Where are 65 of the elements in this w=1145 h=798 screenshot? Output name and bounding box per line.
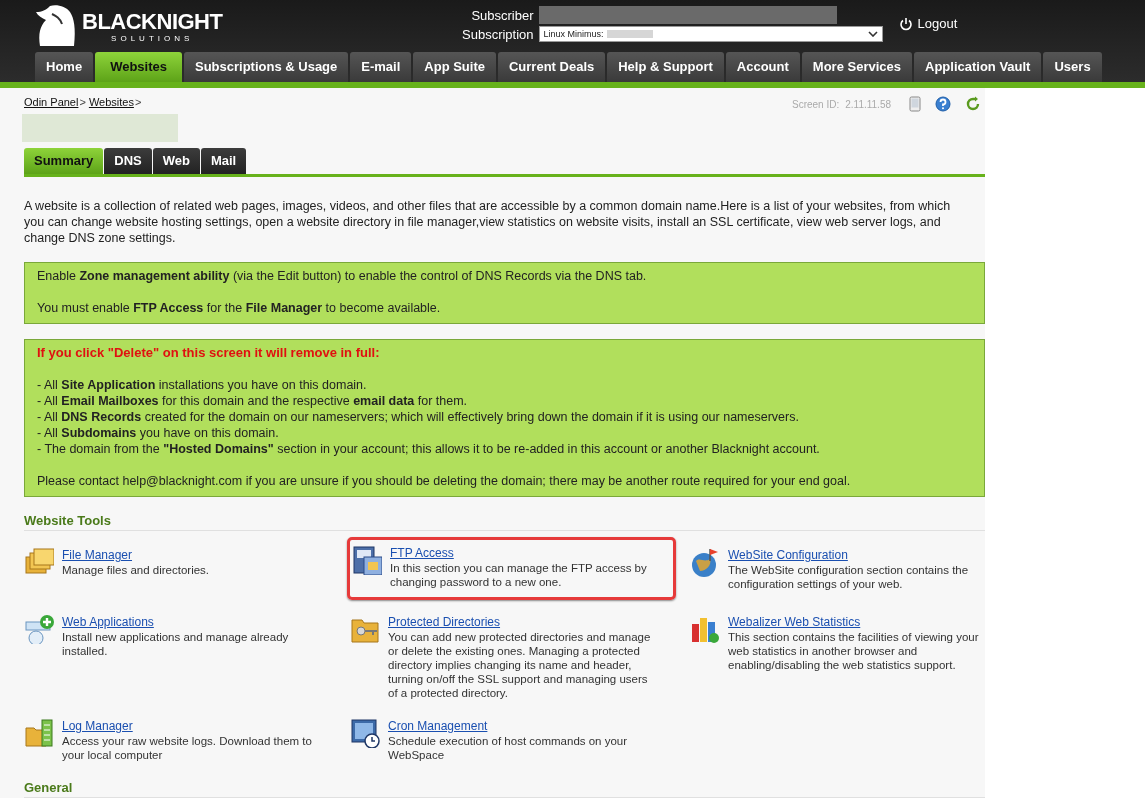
notice-text: - All Email Mailboxes for this domain and the respective email data for them. [37, 393, 469, 409]
section-title: General [24, 779, 73, 797]
tab[interactable]: Summary [24, 148, 104, 174]
tab[interactable]: Web [152, 148, 200, 174]
warning-heading: If you click "Delete" on this screen it will remove in full: [37, 345, 381, 361]
notice-text: Enable Zone management ability (via the Edit button) to enable the control of DNS Records via the DNS tab. [37, 268, 648, 284]
power-icon[interactable] [898, 16, 913, 31]
nav-tab[interactable]: Help & Support [607, 52, 724, 82]
notice-text: Please contact help@blacknight.com if you are unsure if you should be deleting the domain; there may be another route required for your end goal. [37, 473, 852, 489]
tool-description: Access your raw website logs. Download them to your local computer [62, 734, 313, 762]
nav-tab[interactable]: Application Vault [914, 52, 1042, 82]
chevron-down-icon[interactable] [867, 31, 878, 37]
breadcrumb-link[interactable]: Odin Panel [24, 96, 79, 108]
notice-text: - All Subdomains you have on this domain. [37, 425, 280, 441]
tool-description: The WebSite configuration section contains the configuration settings of your web. [728, 563, 970, 591]
folders-icon[interactable] [24, 547, 54, 577]
nav-tab[interactable]: Account [725, 52, 800, 82]
tool-description: In this section you can manage the FTP access by changing password to a new one. [390, 561, 648, 589]
tool-link[interactable]: Protected Directories [388, 614, 501, 630]
notice-text: - All DNS Records created for the domain on our nameservers; which will effectively bring down the domain if it is using our nameservers. [37, 409, 800, 425]
monitor-clock-icon[interactable] [350, 718, 380, 748]
logout-link[interactable]: Logout [898, 16, 958, 31]
tab[interactable]: DNS [104, 148, 152, 174]
breadcrumb-link[interactable]: Websites [88, 96, 134, 108]
tool-description: Install new applications and manage already installed. [62, 630, 290, 658]
globe-flag-icon[interactable] [690, 547, 720, 577]
tool-link[interactable]: Cron Management [388, 718, 488, 734]
tool-description: This section contains the facilities of viewing your web statistics in another browser and enabling/disabling the web statistics support. [728, 630, 980, 672]
tab[interactable]: Mail [200, 148, 247, 174]
tool-link[interactable]: Log Manager [62, 718, 133, 734]
nav-tab[interactable]: More Services [801, 52, 912, 82]
subscriber-label: Subscriber [470, 7, 534, 23]
notice-text: - The domain from the "Hosted Domains" section in your account; this allows it to be re-added in this account or another Blacknight account. [37, 441, 821, 457]
folder-document-icon[interactable] [24, 718, 54, 748]
breadcrumb-separator: > [79, 96, 86, 108]
notice-text: - All Site Application installations you have on this domain. [37, 377, 368, 393]
nav-tab[interactable]: Websites [95, 52, 182, 82]
tool-description: Schedule execution of host commands on your WebSpace [388, 734, 629, 762]
section-title: Website Tools [24, 512, 111, 530]
tool-link[interactable]: WebSite Configuration [728, 547, 848, 563]
nav-tab[interactable]: Subscriptions & Usage [183, 52, 349, 82]
refresh-icon[interactable] [965, 96, 981, 112]
nav-tab[interactable]: Current Deals [497, 52, 606, 82]
tool-link[interactable]: File Manager [62, 547, 133, 563]
nav-tab[interactable]: App Suite [413, 52, 496, 82]
subscription-label: Subscription [462, 26, 534, 42]
screen-id-label: Screen ID: [791, 98, 840, 110]
nav-tab[interactable]: Users [1043, 52, 1102, 82]
disc-plus-icon[interactable] [24, 614, 54, 644]
tool-description: You can add new protected directories and manage or delete the existing ones. Managing a protected directory implies changing its name and header, turning on/off the SSL support and managing users of a protected directory. [388, 630, 652, 700]
tool-link[interactable]: FTP Access [390, 545, 454, 561]
help-icon[interactable] [935, 96, 951, 112]
tool-link[interactable]: Webalizer Web Statistics [728, 614, 861, 630]
subscription-select[interactable]: Linux Minimus: [538, 26, 883, 42]
brand-tagline: SOLUTIONS [111, 33, 194, 43]
intro-paragraph: A website is a collection of related web pages, images, videos, and other files that are accessible by a common domain name.Here is a list of your websites, from which you can change website hosting settings, open a website directory in file manager,view statistics on website visits, install an SSL certificate, view web server logs, and change DNS zone settings. [24, 198, 952, 246]
nav-tab[interactable]: E-mail [350, 52, 412, 82]
brand-name: BLACKNIGHT [82, 9, 223, 34]
ftp-folder-icon[interactable] [352, 545, 382, 575]
screen-id-value: 2.11.11.58 [845, 98, 891, 110]
breadcrumb-separator: > [134, 96, 142, 108]
tool-link[interactable]: Web Applications [62, 614, 154, 630]
tool-description: Manage files and directories. [62, 563, 210, 577]
nav-tab[interactable]: Home [35, 52, 94, 82]
notice-text: You must enable FTP Access for the File Manager to become available. [37, 300, 442, 316]
